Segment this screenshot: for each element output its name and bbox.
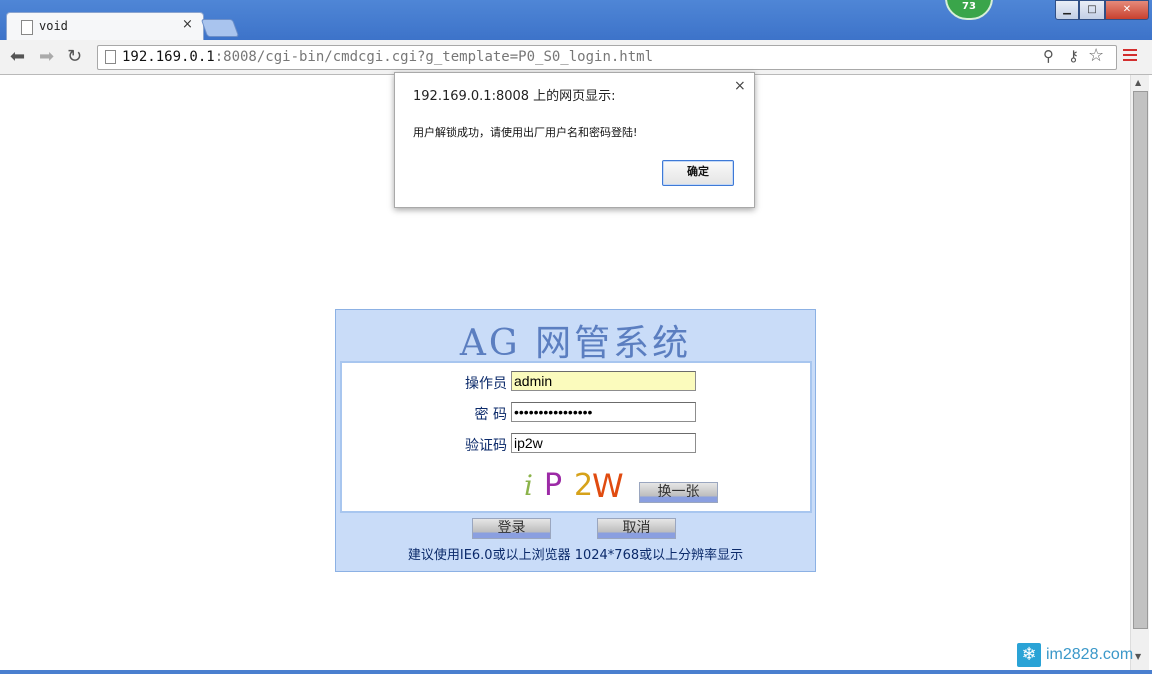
watermark: ❄ im2828.com (1017, 643, 1152, 671)
browser-tab[interactable]: void × (6, 12, 204, 41)
svg-text:i: i (524, 469, 533, 502)
url-host: 192.169.0.1 (122, 49, 215, 65)
svg-text:2: 2 (574, 468, 593, 503)
dialog-title: 192.169.0.1:8008 上的网页显示: (413, 89, 616, 104)
svg-text:W: W (592, 467, 624, 503)
url-text[interactable]: 192.169.0.1:8008/cgi-bin/cmdcgi.cgi?g_te… (122, 49, 653, 65)
user-input[interactable] (511, 371, 696, 391)
dialog-message: 用户解锁成功，请使用出厂用户名和密码登陆! (413, 126, 638, 139)
minimize-button[interactable]: ▁ (1055, 0, 1079, 20)
window-bottom-border (0, 670, 1152, 674)
password-label: 密 码 (474, 407, 507, 423)
ok-button[interactable]: 确定 (662, 160, 734, 186)
extension-badge[interactable]: 73 (945, 0, 993, 20)
tab-title: void (39, 19, 68, 33)
document-icon (21, 20, 33, 35)
window-titlebar: void × 73 ▁ □ ✕ (0, 0, 1152, 41)
captcha-input[interactable] (511, 433, 696, 453)
address-bar[interactable]: 192.169.0.1:8008/cgi-bin/cmdcgi.cgi?g_te… (97, 45, 1117, 70)
scrollbar-thumb[interactable] (1133, 91, 1148, 629)
user-label: 操作员 (465, 376, 507, 392)
scroll-up-icon[interactable]: ▲ (1135, 78, 1141, 87)
close-window-button[interactable]: ✕ (1105, 0, 1149, 20)
new-tab-button[interactable] (200, 19, 240, 37)
alert-dialog: 192.169.0.1:8008 上的网页显示: × 用户解锁成功，请使用出厂用… (394, 72, 755, 208)
login-form: 操作员 密 码 验证码 i P 2 W 换一张 (340, 361, 812, 513)
browser-toolbar: ⬅ ➡ ↻ 192.169.0.1:8008/cgi-bin/cmdcgi.cg… (0, 40, 1152, 75)
dialog-close-icon[interactable]: × (734, 78, 746, 94)
svg-text:P: P (544, 468, 562, 503)
maximize-button[interactable]: □ (1079, 0, 1105, 20)
bookmark-star-icon[interactable]: ☆ (1088, 45, 1104, 66)
vertical-scrollbar[interactable]: ▲ ▼ (1130, 75, 1149, 670)
login-button[interactable]: 登录 (472, 518, 551, 539)
menu-icon[interactable] (1123, 49, 1137, 63)
page-icon (105, 50, 116, 64)
watermark-text: im2828.com (1046, 646, 1134, 663)
forward-icon[interactable]: ➡ (39, 46, 54, 67)
cancel-button[interactable]: 取消 (597, 518, 676, 539)
system-title: AG 网管系统 (459, 323, 692, 364)
login-panel: AG 网管系统 操作员 密 码 验证码 i P 2 W 换一张 登录 取消 建议… (335, 309, 816, 572)
url-path: :8008/cgi-bin/cmdcgi.cgi?g_template=P0_S… (214, 49, 654, 65)
key-icon[interactable]: ⚷ (1068, 47, 1079, 65)
snowflake-icon: ❄ (1017, 643, 1041, 667)
captcha-image: i P 2 W (524, 467, 624, 503)
refresh-captcha-button[interactable]: 换一张 (639, 482, 718, 503)
zoom-icon[interactable]: ⚲ (1043, 47, 1054, 65)
reload-icon[interactable]: ↻ (67, 46, 82, 67)
password-input[interactable] (511, 402, 696, 422)
browser-hint: 建议使用IE6.0或以上浏览器 1024*768或以上分辨率显示 (407, 548, 744, 563)
back-icon[interactable]: ⬅ (10, 46, 25, 67)
tab-close-icon[interactable]: × (182, 17, 193, 32)
captcha-label: 验证码 (465, 438, 507, 454)
